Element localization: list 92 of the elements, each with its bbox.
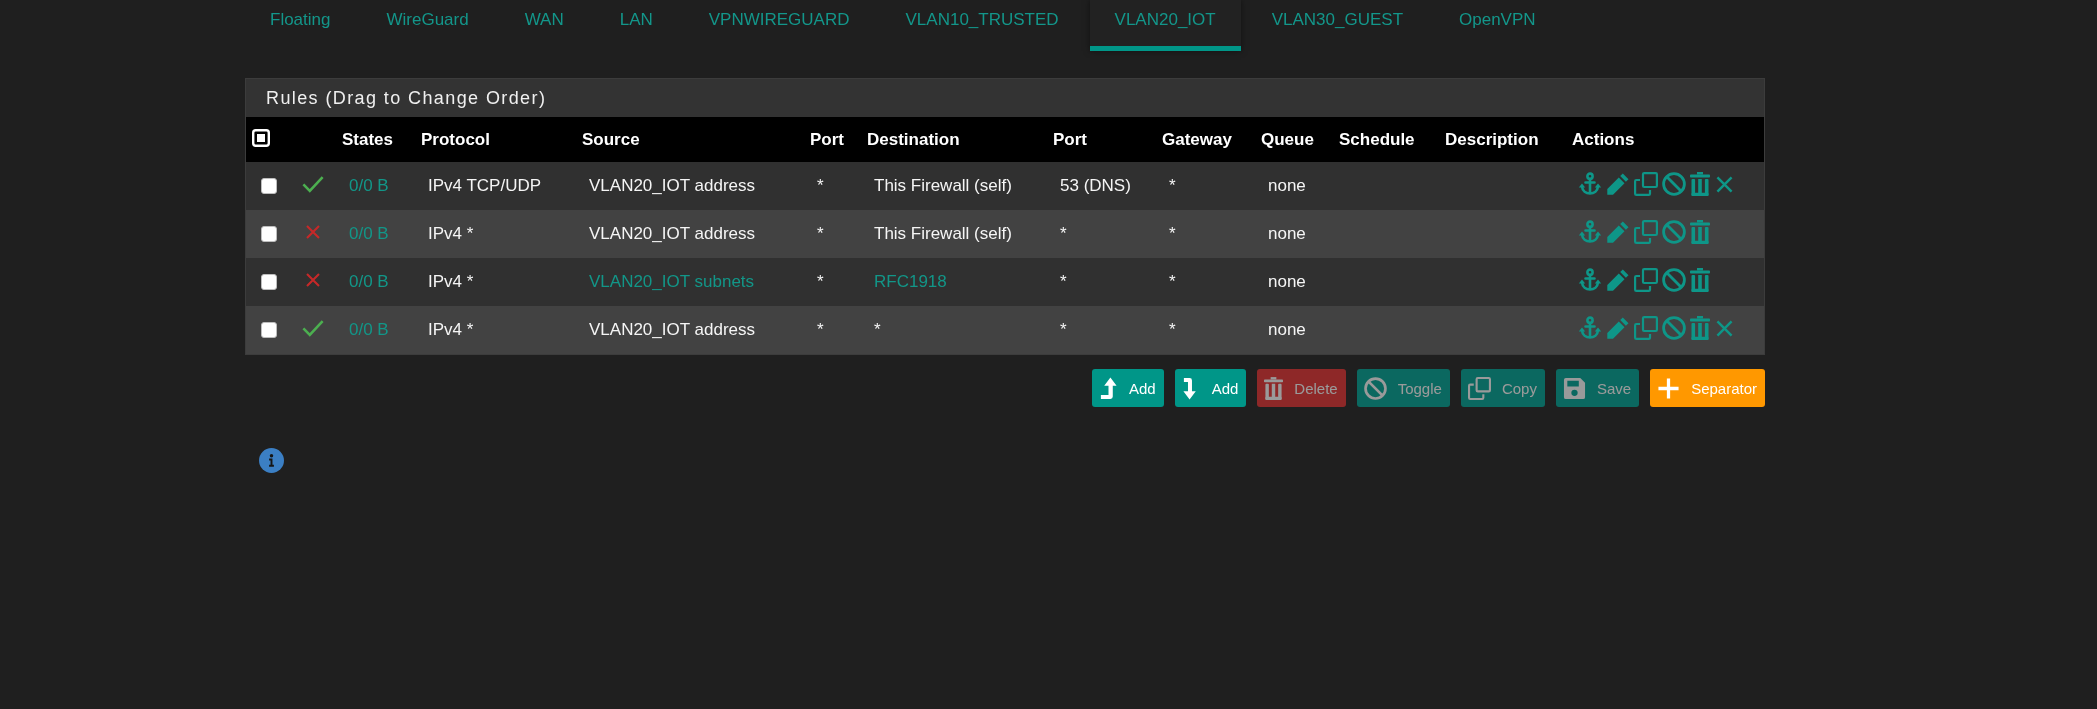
- pencil-icon[interactable]: [1606, 268, 1630, 292]
- ban-icon: [1363, 376, 1387, 400]
- checkbox-icon[interactable]: [252, 128, 270, 147]
- queue-text: none: [1268, 320, 1306, 339]
- destination-text: *: [874, 320, 881, 339]
- rule-row[interactable]: 0/0 B IPv4 TCP/UDP VLAN20_IOT address * This Firewall (self) 53 (DNS) * none: [246, 162, 1764, 210]
- copy-icon[interactable]: [1634, 172, 1658, 196]
- ban-icon[interactable]: [1662, 316, 1686, 340]
- rule-row[interactable]: 0/0 B IPv4 * VLAN20_IOT address * * * * none: [246, 306, 1764, 354]
- source-text: VLAN20_IOT address: [589, 224, 755, 243]
- port-text: 53 (DNS): [1060, 176, 1131, 195]
- pencil-icon[interactable]: [1606, 316, 1630, 340]
- copy-icon[interactable]: [1634, 316, 1658, 340]
- source-text: VLAN20_IOT address: [589, 176, 755, 195]
- row-checkbox[interactable]: [261, 322, 277, 338]
- anchor-icon[interactable]: [1578, 316, 1602, 340]
- tab[interactable]: VLAN20_IOT: [1089, 0, 1241, 51]
- tab[interactable]: WireGuard: [361, 0, 494, 51]
- anchor-icon[interactable]: [1578, 220, 1602, 244]
- ban-icon[interactable]: [1662, 220, 1686, 244]
- port-text: *: [1060, 320, 1067, 339]
- copy-icon: [1467, 376, 1491, 400]
- protocol-text: IPv4 *: [428, 272, 474, 291]
- pencil-icon[interactable]: [1606, 172, 1630, 196]
- trash-icon: [1264, 376, 1284, 400]
- trash-icon[interactable]: [1690, 316, 1710, 340]
- protocol-text: IPv4 *: [428, 224, 474, 243]
- row-checkbox[interactable]: [261, 178, 277, 194]
- gateway-text: *: [1169, 320, 1176, 339]
- plus-icon: [1657, 376, 1681, 400]
- ban-icon[interactable]: [1662, 172, 1686, 196]
- port-text: *: [1060, 224, 1067, 243]
- tab[interactable]: LAN: [594, 0, 678, 51]
- states-link[interactable]: 0/0 B: [349, 224, 389, 243]
- destination-link[interactable]: RFC1918: [874, 272, 947, 291]
- port-text: *: [817, 176, 824, 195]
- queue-text: none: [1268, 272, 1306, 291]
- column-header: Protocol: [413, 117, 574, 162]
- column-header: Destination: [859, 117, 1045, 162]
- trash-icon[interactable]: [1690, 172, 1710, 196]
- anchor-icon[interactable]: [1578, 268, 1602, 292]
- tab[interactable]: VPNWIREGUARD: [683, 0, 875, 51]
- gateway-text: *: [1169, 272, 1176, 291]
- tab[interactable]: VLAN10_TRUSTED: [880, 0, 1084, 51]
- ban-icon[interactable]: [1662, 268, 1686, 292]
- column-header: Port: [1045, 117, 1154, 162]
- rule-row[interactable]: 0/0 B IPv4 * VLAN20_IOT subnets * RFC1918 * * none: [246, 258, 1764, 306]
- turn-up-arrow-icon: [1098, 376, 1118, 400]
- port-text: *: [817, 224, 824, 243]
- queue-text: none: [1268, 176, 1306, 195]
- states-link[interactable]: 0/0 B: [349, 272, 389, 291]
- row-checkbox[interactable]: [261, 226, 277, 242]
- destination-text: This Firewall (self): [874, 224, 1012, 243]
- tab[interactable]: OpenVPN: [1434, 0, 1561, 51]
- trash-icon[interactable]: [1690, 220, 1710, 244]
- column-header: Description: [1437, 117, 1564, 162]
- tab[interactable]: WAN: [499, 0, 589, 51]
- states-link[interactable]: 0/0 B: [349, 320, 389, 339]
- copy-icon[interactable]: [1634, 268, 1658, 292]
- queue-text: none: [1268, 224, 1306, 243]
- gateway-text: *: [1169, 224, 1176, 243]
- source-text: VLAN20_IOT address: [589, 320, 755, 339]
- rule-row[interactable]: 0/0 B IPv4 * VLAN20_IOT address * This Firewall (self) * * none: [246, 210, 1764, 258]
- pencil-icon[interactable]: [1606, 220, 1630, 244]
- column-header: Schedule: [1331, 117, 1437, 162]
- column-header: Actions: [1564, 117, 1764, 162]
- column-header: States: [334, 117, 413, 162]
- tab[interactable]: VLAN30_GUEST: [1246, 0, 1429, 51]
- x-icon[interactable]: [1716, 319, 1733, 337]
- column-header: Gateway: [1154, 117, 1253, 162]
- column-header: Source: [574, 117, 802, 162]
- add-button[interactable]: Add: [1091, 369, 1164, 407]
- gateway-text: *: [1169, 176, 1176, 195]
- tab[interactable]: Floating: [245, 0, 356, 51]
- x-icon[interactable]: [1716, 175, 1733, 193]
- protocol-text: IPv4 *: [428, 320, 474, 339]
- column-header: Port: [802, 117, 859, 162]
- port-text: *: [817, 272, 824, 291]
- trash-icon[interactable]: [1690, 268, 1710, 292]
- port-text: *: [1060, 272, 1067, 291]
- port-text: *: [817, 320, 824, 339]
- protocol-text: IPv4 TCP/UDP: [428, 176, 542, 195]
- row-checkbox[interactable]: [261, 274, 277, 290]
- add-button[interactable]: Add: [1174, 369, 1247, 407]
- panel-title: Rules (Drag to Change Order): [266, 87, 547, 109]
- destination-text: This Firewall (self): [874, 176, 1012, 195]
- anchor-icon[interactable]: [1578, 172, 1602, 196]
- column-header: Queue: [1253, 117, 1331, 162]
- info-icon[interactable]: [259, 448, 284, 473]
- states-link[interactable]: 0/0 B: [349, 176, 389, 195]
- copy-icon[interactable]: [1634, 220, 1658, 244]
- source-link[interactable]: VLAN20_IOT subnets: [589, 272, 755, 291]
